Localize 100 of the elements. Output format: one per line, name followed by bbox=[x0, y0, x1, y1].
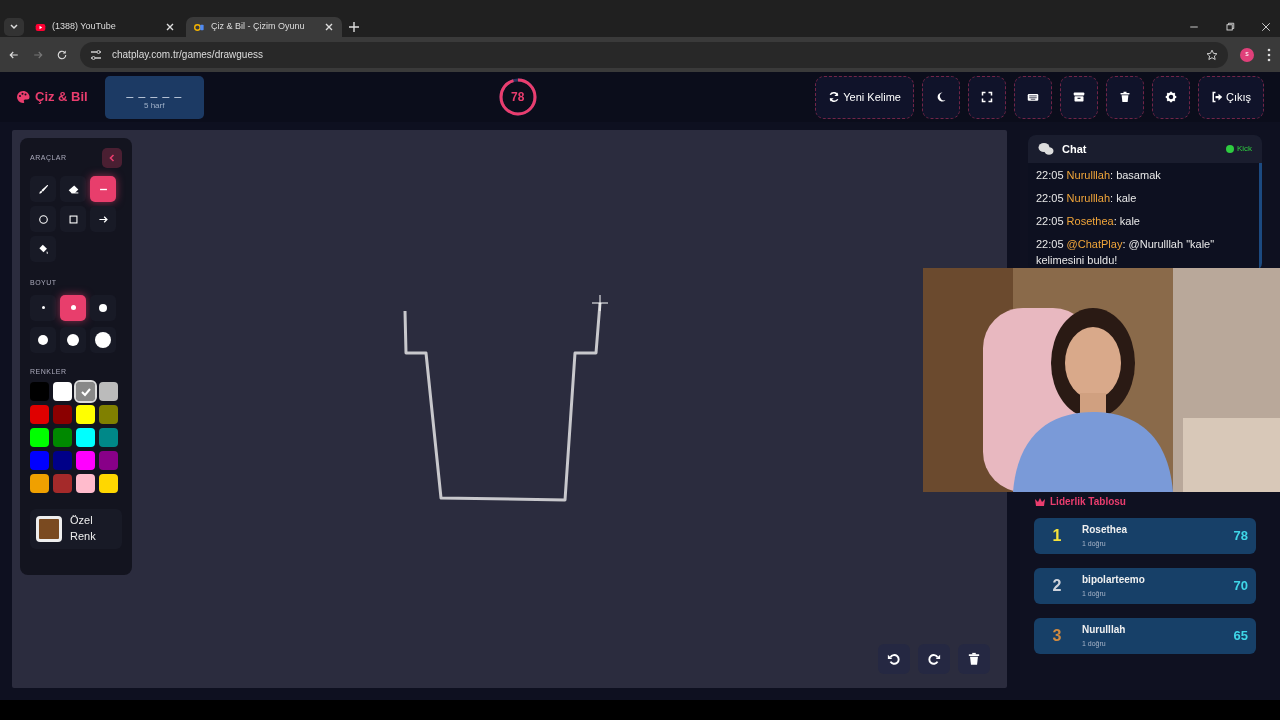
video-icon bbox=[35, 21, 46, 33]
color-swatch[interactable] bbox=[53, 428, 72, 447]
address-bar[interactable]: chatplay.com.tr/games/drawguess bbox=[80, 41, 1228, 68]
close-icon bbox=[165, 22, 175, 32]
eraser-tool-button[interactable] bbox=[60, 176, 86, 202]
rank-number: 3 bbox=[1051, 626, 1063, 646]
circle-icon bbox=[37, 213, 49, 225]
color-swatch[interactable] bbox=[53, 474, 72, 493]
toolbar-button[interactable]: Çıkış bbox=[1197, 75, 1264, 119]
site-icon bbox=[194, 21, 205, 33]
color-swatch[interactable] bbox=[76, 382, 95, 401]
custom-color-swatch[interactable] bbox=[36, 515, 62, 542]
chat-title: Chat bbox=[1062, 141, 1087, 157]
eraser-icon bbox=[67, 183, 79, 195]
close-icon[interactable] bbox=[1260, 21, 1272, 33]
color-swatch[interactable] bbox=[76, 474, 95, 493]
player-name: Rosethea bbox=[1082, 523, 1127, 537]
brush-size-button[interactable] bbox=[30, 326, 56, 353]
logout-icon bbox=[1210, 91, 1223, 103]
trash-button[interactable] bbox=[958, 644, 990, 674]
arrow-icon bbox=[97, 213, 109, 225]
leaderboard-title: Liderlik Tablosu bbox=[1050, 495, 1126, 509]
status-dot bbox=[1225, 145, 1234, 153]
bookmark-star-icon[interactable] bbox=[1206, 48, 1218, 61]
circle-tool-button[interactable] bbox=[30, 206, 56, 232]
player-name: bipolarteemo bbox=[1082, 573, 1145, 587]
brush-size-button[interactable] bbox=[90, 326, 116, 353]
player-name: Nurulllah bbox=[1082, 623, 1126, 637]
color-swatch[interactable] bbox=[53, 451, 72, 470]
timer-ring bbox=[497, 77, 538, 117]
player-score: 65 bbox=[1233, 627, 1248, 646]
rank-number: 2 bbox=[1051, 576, 1063, 596]
color-swatch[interactable] bbox=[30, 474, 49, 493]
undo-icon bbox=[887, 652, 901, 666]
box-button[interactable] bbox=[1059, 75, 1098, 119]
undo-button[interactable] bbox=[878, 644, 910, 674]
paint-bucket-icon bbox=[37, 243, 49, 255]
keyboard-icon bbox=[1026, 91, 1039, 103]
brush-tool-button[interactable] bbox=[30, 176, 56, 202]
redo-icon bbox=[927, 652, 941, 666]
color-swatch[interactable] bbox=[30, 405, 49, 424]
chat-message: 22:05 Nurulllah: basamak bbox=[1035, 168, 1162, 183]
app-logo: Çiz & Bil bbox=[35, 88, 88, 107]
color-swatch[interactable] bbox=[99, 428, 118, 447]
color-swatch[interactable] bbox=[53, 382, 72, 401]
url-text: chatplay.com.tr/games/drawguess bbox=[112, 48, 264, 62]
chat-message: 22:05 Rosethea: kale bbox=[1035, 213, 1141, 229]
player-score: 78 bbox=[1233, 527, 1248, 546]
color-swatch[interactable] bbox=[99, 451, 118, 470]
square-icon bbox=[67, 213, 79, 225]
rank-number: 1 bbox=[1051, 526, 1063, 546]
toolbar-button[interactable]: Yeni Kelime bbox=[815, 75, 914, 119]
settings-button[interactable] bbox=[1151, 75, 1190, 119]
color-swatch[interactable] bbox=[30, 451, 49, 470]
keyboard-button[interactable] bbox=[1013, 75, 1052, 119]
chat-message: 22:05 @ChatPlay: @Nurulllah "kale" kelimesini buldu! bbox=[1035, 236, 1216, 268]
letter-count: 5 harf bbox=[144, 100, 165, 112]
brush-size-button[interactable] bbox=[90, 294, 116, 321]
player-score: 70 bbox=[1233, 577, 1248, 596]
settings-icon bbox=[1164, 91, 1177, 103]
color-swatch[interactable] bbox=[99, 474, 118, 493]
brush-size-button[interactable] bbox=[60, 294, 86, 321]
reload-icon[interactable] bbox=[56, 48, 68, 61]
brush-icon bbox=[37, 183, 49, 195]
trash-icon bbox=[967, 652, 981, 666]
browser-tab[interactable]: (1388) YouTube bbox=[27, 17, 183, 37]
refresh-icon bbox=[828, 91, 841, 103]
fullscreen-icon bbox=[980, 91, 993, 103]
palette-icon bbox=[16, 90, 30, 104]
color-swatch[interactable] bbox=[30, 382, 49, 401]
crown-icon bbox=[1034, 496, 1046, 507]
collapse-button[interactable] bbox=[102, 148, 122, 168]
site-settings-icon bbox=[90, 48, 102, 61]
square-tool-button[interactable] bbox=[60, 206, 86, 232]
color-swatch[interactable] bbox=[53, 405, 72, 424]
more-icon[interactable] bbox=[1266, 47, 1272, 62]
chevron-icon bbox=[107, 153, 117, 163]
restore-icon[interactable] bbox=[1224, 21, 1236, 33]
arrow-tool-button[interactable] bbox=[90, 206, 116, 232]
redo-button[interactable] bbox=[918, 644, 950, 674]
color-swatch[interactable] bbox=[76, 428, 95, 447]
chevron-icon bbox=[9, 22, 19, 32]
platform-label: Kick bbox=[1236, 143, 1252, 155]
paint-bucket-tool-button[interactable] bbox=[30, 236, 56, 262]
word-mask: _ _ _ _ _ bbox=[126, 83, 183, 100]
trash-icon bbox=[1118, 91, 1131, 103]
color-swatch[interactable] bbox=[99, 382, 118, 401]
color-swatch[interactable] bbox=[76, 451, 95, 470]
trash-button[interactable] bbox=[1105, 75, 1144, 119]
chat-icon bbox=[1038, 142, 1054, 156]
color-swatch[interactable] bbox=[99, 405, 118, 424]
chat-message: 22:05 Nurulllah: kale bbox=[1035, 190, 1138, 206]
line-tool-button[interactable] bbox=[90, 176, 116, 202]
browser-tab[interactable]: Çiz & Bil - Çizim Oyunu bbox=[186, 17, 342, 37]
new-tab-icon[interactable] bbox=[346, 19, 362, 35]
brush-size-button[interactable] bbox=[60, 326, 86, 353]
tab-list-button[interactable] bbox=[4, 18, 24, 36]
color-swatch[interactable] bbox=[76, 405, 95, 424]
close-icon bbox=[324, 22, 334, 32]
color-swatch[interactable] bbox=[30, 428, 49, 447]
